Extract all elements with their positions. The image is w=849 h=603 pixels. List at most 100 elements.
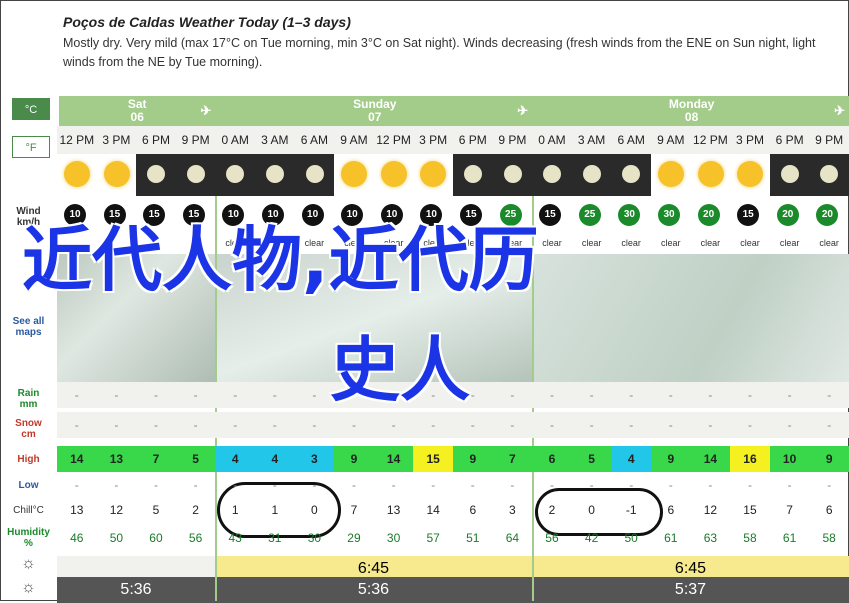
high-cell: 13 (96, 446, 137, 472)
time-cell: 9 PM (175, 126, 216, 154)
humidity-cell: 51 (466, 531, 480, 545)
sky-cell (809, 154, 849, 196)
wind-cell: 20 clear (809, 196, 849, 254)
row-labels: °C °F Wind km/h See all maps Rain mm Sno… (0, 96, 57, 601)
humidity-cell: 30 (386, 531, 401, 545)
moon-icon (305, 165, 324, 183)
moon-icon (226, 165, 245, 183)
humidity-cell: 60 (149, 531, 163, 545)
sky-cell (215, 154, 255, 196)
wind-condition: clear (581, 238, 602, 248)
moon-icon (464, 165, 482, 183)
time-cell: 9 AM (334, 126, 374, 154)
sky-cell (691, 154, 731, 196)
humidity-cell: 42 (584, 531, 599, 545)
sky-cell (97, 154, 137, 196)
wind-condition: clear (779, 238, 800, 248)
snow-cell: - (413, 412, 453, 438)
time-cell: 12 PM (57, 126, 97, 154)
high-cell: 14 (57, 446, 97, 472)
high-cell: 16 (730, 446, 770, 472)
sky-cell (769, 154, 810, 196)
wind-cell: 25 clear (572, 196, 612, 254)
celsius-toggle[interactable]: °C (12, 98, 50, 120)
snow-cell: - (175, 412, 216, 438)
chill-cell: 2 (548, 503, 556, 517)
chill-cell: 15 (743, 503, 757, 517)
time-cell: 6 AM (294, 126, 335, 154)
humidity-cell: 58 (743, 531, 757, 545)
sky-cell (57, 154, 97, 196)
high-cell: 5 (571, 446, 612, 472)
wind-speed: 30 (658, 204, 680, 226)
time-cell: 9 PM (809, 126, 849, 154)
snow-cell: - (453, 412, 493, 438)
humidity-cell: 58 (822, 531, 836, 545)
snow-cell: - (809, 412, 849, 438)
sunset-time-2: 5:36 (215, 577, 532, 603)
rain-cell: - (57, 382, 97, 408)
moon-icon (266, 165, 284, 183)
snow-cell: - (690, 412, 731, 438)
snow-cell: - (136, 412, 176, 438)
snow-cell: - (57, 412, 97, 438)
sky-cell (255, 154, 295, 196)
chill-cell: 13 (70, 503, 84, 517)
sky-cell (413, 154, 453, 196)
low-cell: - (827, 478, 832, 492)
chill-cell: 0 (588, 503, 595, 517)
high-cell: 5 (175, 446, 216, 472)
chill-cell: -1 (625, 503, 637, 517)
day-header-sat: Sat 06 ✈ (57, 96, 216, 126)
fahrenheit-toggle[interactable]: °F (12, 136, 50, 158)
sky-cell (374, 154, 414, 196)
low-cell: - (431, 478, 436, 492)
low-cell: - (193, 478, 198, 492)
day-header-monday: Monday 08 ✈ (532, 96, 849, 126)
sky-cell (532, 154, 572, 196)
rain-cell: - (769, 382, 810, 408)
pin-icon[interactable]: ✈ (200, 104, 211, 117)
wind-speed: 25 (578, 204, 601, 226)
wind-condition: clear (621, 238, 641, 248)
wind-speed: 20 (816, 204, 839, 226)
day-name: Sat (127, 97, 147, 111)
time-cell: 6 AM (611, 126, 651, 154)
moon-icon (147, 165, 166, 183)
time-cell: 6 PM (136, 126, 176, 154)
watermark-line-1: 近代人物,近代历 (22, 219, 539, 301)
high-cell: 7 (492, 446, 533, 472)
weather-map-monday[interactable] (532, 254, 849, 382)
sunrise-icon: ☼ (21, 555, 36, 572)
pin-icon[interactable]: ✈ (834, 104, 845, 117)
wind-cell: 30 clear (651, 196, 691, 254)
high-cell: 9 (334, 446, 374, 472)
rain-cell: - (730, 382, 770, 408)
low-cell: - (114, 478, 119, 492)
day-name: Monday (668, 97, 715, 111)
wind-condition: clear (700, 238, 721, 248)
high-cell: 15 (413, 446, 453, 472)
high-cell: 4 (611, 446, 651, 472)
humidity-cell: 29 (347, 531, 361, 545)
humidity-cell: 56 (188, 531, 203, 545)
rain-label: Rain mm (17, 388, 40, 410)
time-cell: 3 AM (255, 126, 295, 154)
see-all-maps-link[interactable]: See all maps (0, 316, 57, 338)
moon-icon (622, 165, 641, 183)
snow-cell: - (492, 412, 533, 438)
snow-cell: - (334, 412, 374, 438)
sun-icon (420, 161, 447, 187)
high-cell: 6 (532, 446, 572, 472)
high-cell: 4 (215, 446, 255, 472)
low-cell: - (787, 478, 792, 492)
pin-icon[interactable]: ✈ (517, 104, 528, 117)
wind-speed: 15 (737, 204, 760, 226)
time-cell: 3 PM (413, 126, 453, 154)
low-cell: - (549, 478, 554, 492)
sunset-icon: ☼ (21, 579, 36, 596)
time-cell: 0 AM (215, 126, 255, 154)
day-date: 06 (130, 110, 144, 124)
snow-cell: - (294, 412, 335, 438)
snow-cell: - (769, 412, 810, 438)
